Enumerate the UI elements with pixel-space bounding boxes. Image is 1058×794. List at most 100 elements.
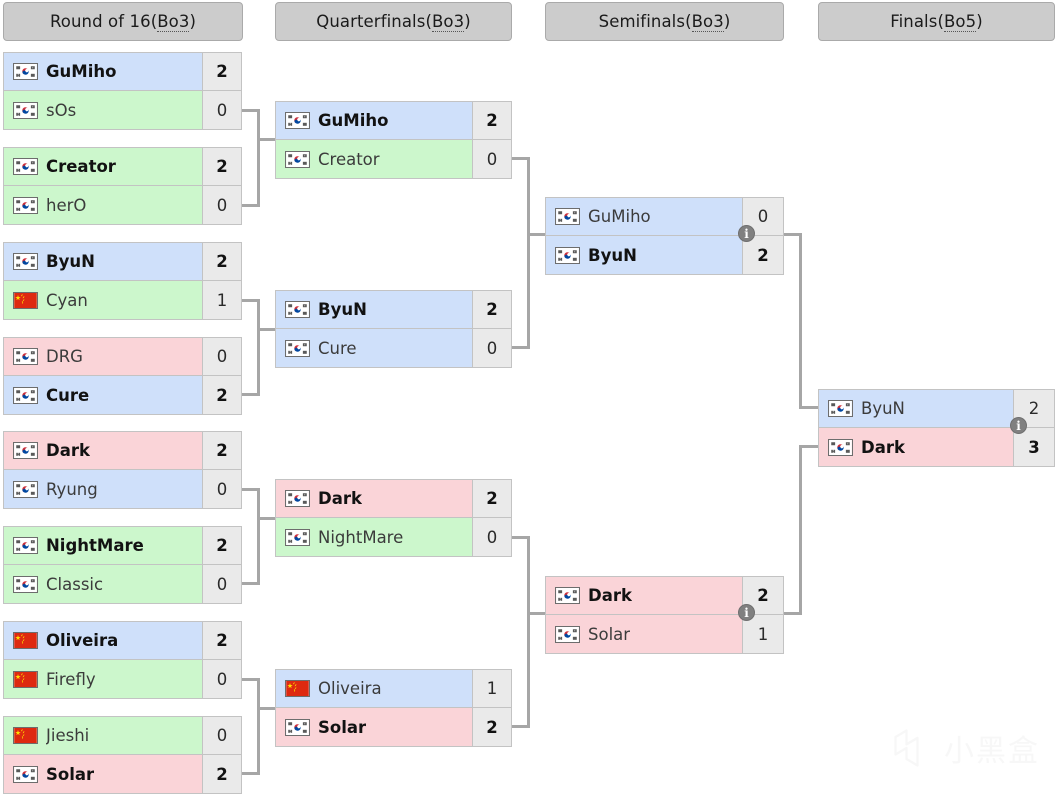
match-opponent-top[interactable]: ByuN 2 [3, 242, 242, 281]
match-sf-1[interactable]: GuMiho 0 ByuN 2 i [545, 197, 784, 275]
opponent-cell: Dark [4, 432, 202, 469]
flag-kr-icon [555, 587, 580, 604]
flag-kr-icon [13, 348, 38, 365]
match-ro16-5[interactable]: Dark 2 Ryung 0 [3, 431, 242, 509]
opponent-cell: ByuN [819, 390, 1013, 427]
player-name: herO [46, 195, 87, 215]
match-qf-4[interactable]: Oliveira 1 Solar 2 [275, 669, 512, 747]
player-name: Dark [46, 441, 90, 460]
connector [257, 299, 260, 396]
match-opponent-top[interactable]: NightMare 2 [3, 526, 242, 565]
connector [257, 678, 260, 775]
player-name: Creator [46, 157, 116, 176]
flag-kr-icon [555, 625, 580, 643]
player-name: Classic [46, 574, 104, 594]
match-opponent-top[interactable]: Creator 2 [3, 147, 242, 186]
match-opponent-top[interactable]: Jieshi 0 [3, 716, 242, 755]
match-opponent-top[interactable]: GuMiho 2 [3, 52, 242, 91]
opponent-cell: GuMiho [546, 198, 742, 235]
match-opponent-top[interactable]: Dark 2 [3, 431, 242, 470]
connector [241, 393, 260, 396]
connector [257, 707, 276, 710]
match-opponent-bottom[interactable]: ByuN 2 [545, 236, 784, 275]
match-opponent-top[interactable]: DRG 0 [3, 337, 242, 376]
match-ro16-4[interactable]: DRG 0 Cure 2 [3, 337, 242, 415]
match-opponent-bottom[interactable]: herO 0 [3, 186, 242, 225]
flag-cn-icon [13, 727, 38, 744]
connector [511, 725, 530, 728]
connector [241, 772, 260, 775]
round-format-abbr[interactable]: Bo3 [691, 12, 724, 32]
player-name: ByuN [46, 252, 95, 271]
round-header-round-of-16[interactable]: Round of 16 (Bo3) [3, 2, 243, 41]
match-opponent-top[interactable]: Oliveira 1 [275, 669, 512, 708]
match-opponent-top[interactable]: GuMiho 2 [275, 101, 512, 140]
match-opponent-top[interactable]: Oliveira 2 [3, 621, 242, 660]
match-qf-1[interactable]: GuMiho 2 Creator 0 [275, 101, 512, 179]
match-opponent-bottom[interactable]: Cure 2 [3, 376, 242, 415]
flag-kr-icon [13, 196, 38, 214]
player-name: Solar [46, 764, 95, 784]
opponent-cell: Ryung [4, 470, 202, 508]
match-opponent-bottom[interactable]: Creator 0 [275, 140, 512, 179]
round-header-label: Quarterfinals [316, 12, 426, 31]
player-name: Ryung [46, 479, 98, 499]
player-score: 0 [202, 717, 241, 754]
match-ro16-1[interactable]: GuMiho 2 sOs 0 [3, 52, 242, 130]
match-opponent-bottom[interactable]: Firefly 0 [3, 660, 242, 699]
round-format-abbr[interactable]: Bo3 [157, 12, 190, 32]
match-ro16-6[interactable]: NightMare 2 Classic 0 [3, 526, 242, 604]
player-score: 2 [202, 148, 241, 185]
match-opponent-bottom[interactable]: Ryung 0 [3, 470, 242, 509]
match-opponent-bottom[interactable]: Solar 2 [3, 755, 242, 794]
match-qf-3[interactable]: Dark 2 NightMare 0 [275, 479, 512, 557]
match-info-icon[interactable]: i [1010, 417, 1027, 434]
connector [257, 328, 276, 331]
player-score: 1 [472, 670, 511, 707]
player-name: Creator [318, 149, 380, 169]
tournament-bracket: Round of 16 (Bo3) Quarterfinals (Bo3) Se… [0, 0, 1058, 794]
opponent-cell: Solar [546, 615, 742, 653]
opponent-cell: Cyan [4, 281, 202, 319]
match-info-icon[interactable]: i [738, 604, 755, 621]
match-final[interactable]: ByuN 2 Dark 3 i [818, 389, 1055, 467]
opponent-cell: Solar [4, 755, 202, 793]
round-header-semifinals[interactable]: Semifinals (Bo3) [545, 2, 784, 41]
match-qf-2[interactable]: ByuN 2 Cure 0 [275, 290, 512, 368]
flag-cn-icon [13, 291, 38, 309]
opponent-cell: Classic [4, 565, 202, 603]
round-format-abbr[interactable]: Bo3 [431, 12, 465, 32]
match-opponent-bottom[interactable]: sOs 0 [3, 91, 242, 130]
match-opponent-bottom[interactable]: Classic 0 [3, 565, 242, 604]
opponent-cell: NightMare [276, 518, 472, 556]
match-sf-2[interactable]: Dark 2 Solar 1 i [545, 576, 784, 654]
connector [241, 582, 260, 585]
match-opponent-bottom[interactable]: Solar 2 [275, 708, 512, 747]
match-opponent-top[interactable]: ByuN 2 [275, 290, 512, 329]
match-info-icon[interactable]: i [738, 225, 755, 242]
flag-kr-icon [828, 400, 853, 417]
round-format-abbr[interactable]: Bo5 [944, 12, 977, 32]
player-name: Cyan [46, 290, 88, 310]
match-ro16-8[interactable]: Jieshi 0 Solar 2 [3, 716, 242, 794]
match-ro16-2[interactable]: Creator 2 herO 0 [3, 147, 242, 225]
round-header-finals[interactable]: Finals (Bo5) [818, 2, 1055, 41]
match-opponent-bottom[interactable]: Cure 0 [275, 329, 512, 368]
match-ro16-3[interactable]: ByuN 2 Cyan 1 [3, 242, 242, 320]
match-opponent-bottom[interactable]: Cyan 1 [3, 281, 242, 320]
match-ro16-7[interactable]: Oliveira 2 Firefly 0 [3, 621, 242, 699]
opponent-cell: Creator [276, 140, 472, 178]
opponent-cell: Solar [276, 708, 472, 746]
player-score: 2 [202, 432, 241, 469]
match-opponent-bottom[interactable]: Solar 1 [545, 615, 784, 654]
player-name: Oliveira [46, 631, 119, 650]
round-header-quarterfinals[interactable]: Quarterfinals (Bo3) [275, 2, 512, 41]
flag-kr-icon [13, 63, 38, 80]
player-name: Solar [588, 624, 631, 644]
match-opponent-top[interactable]: Dark 2 [275, 479, 512, 518]
flag-kr-icon [13, 101, 38, 119]
match-opponent-bottom[interactable]: NightMare 0 [275, 518, 512, 557]
connector [799, 406, 818, 409]
connector [799, 445, 802, 615]
player-name: ByuN [588, 245, 637, 265]
